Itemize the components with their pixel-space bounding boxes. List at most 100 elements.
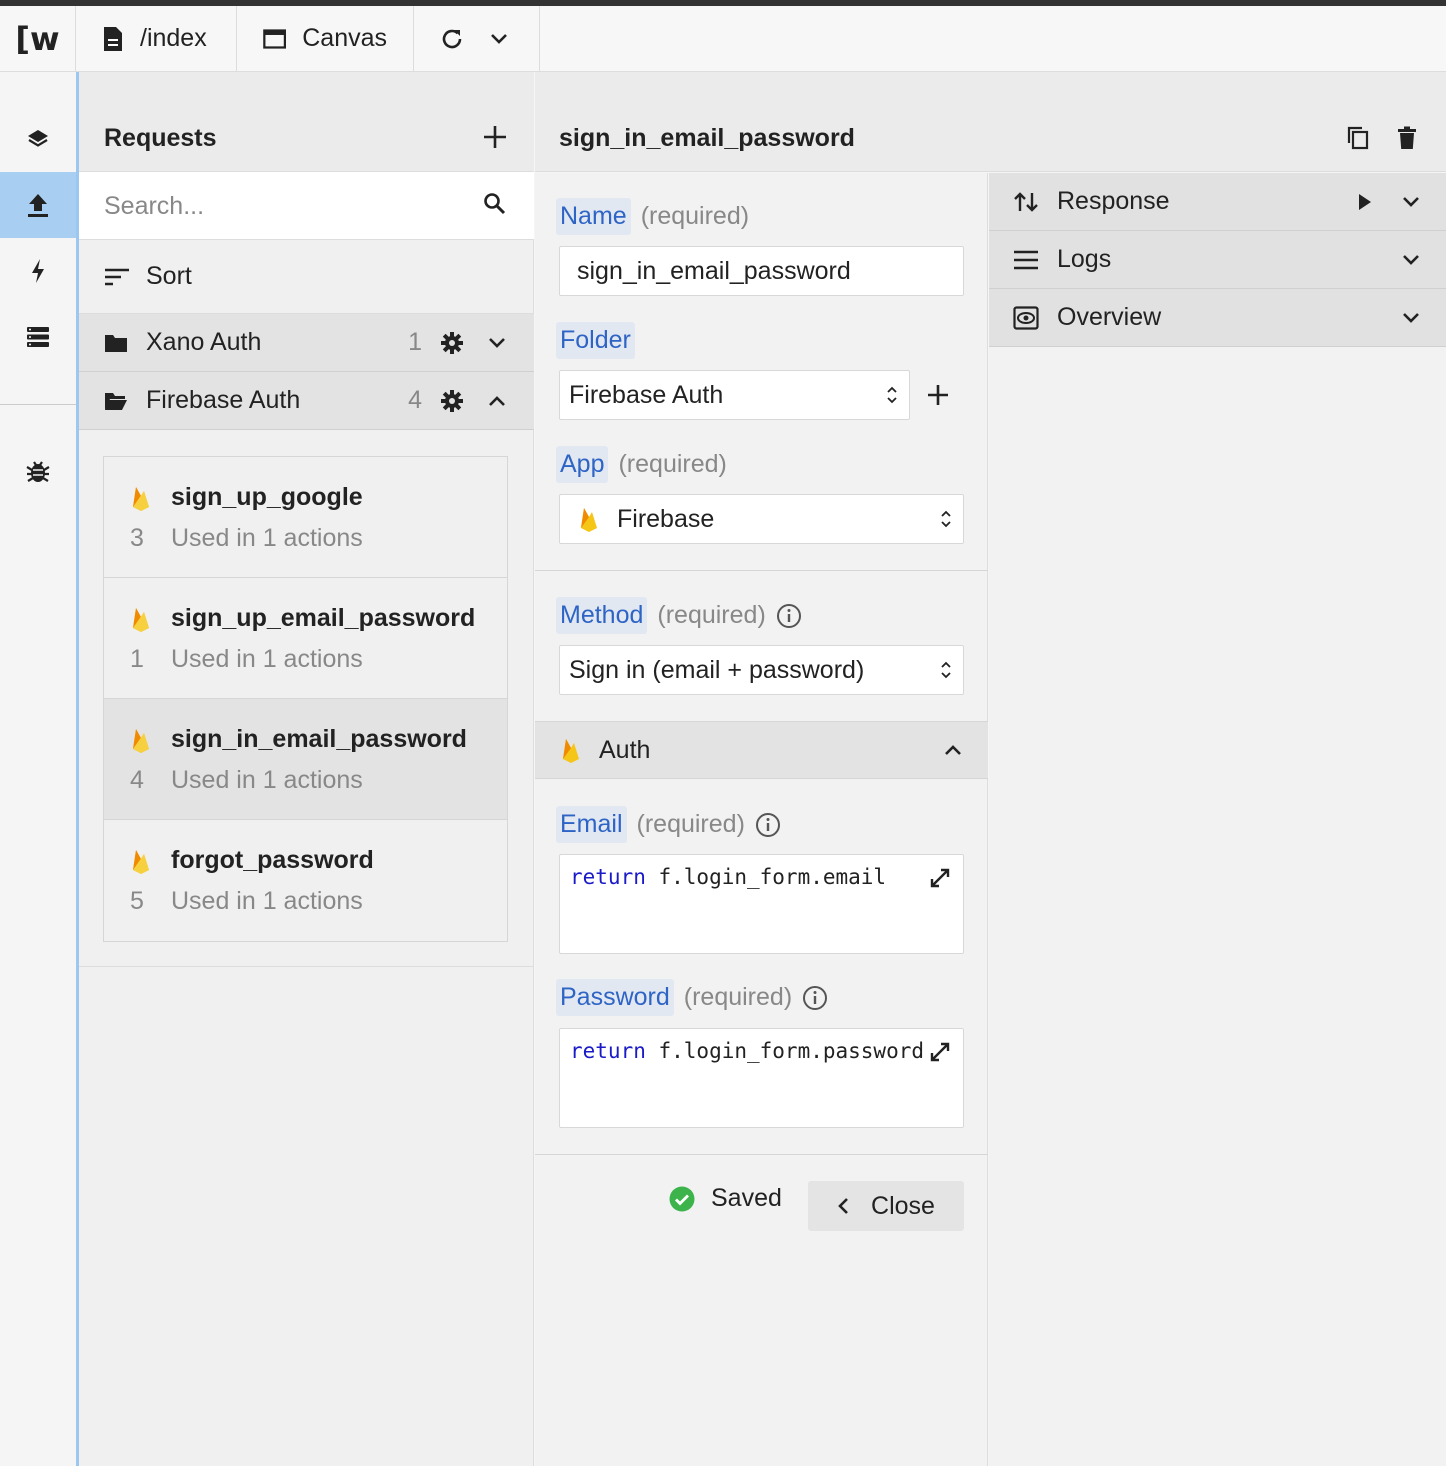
expand-icon[interactable] xyxy=(929,867,951,889)
swap-vertical-icon xyxy=(1014,191,1038,212)
page-path: /index xyxy=(140,24,207,52)
folder-select[interactable]: Firebase Auth xyxy=(559,370,910,420)
trash-icon[interactable] xyxy=(1397,126,1417,150)
refresh-menu[interactable] xyxy=(414,6,540,71)
rail-debug-button[interactable] xyxy=(0,438,76,504)
request-name: sign_up_email_password xyxy=(171,604,476,632)
folder-select-value: Firebase Auth xyxy=(569,380,724,409)
chevron-up-icon xyxy=(945,745,961,755)
overview-panel-header[interactable]: Overview xyxy=(989,289,1446,347)
rail-actions-button[interactable] xyxy=(0,238,76,304)
close-label: Close xyxy=(871,1191,935,1220)
menu-lines-icon xyxy=(1014,250,1038,269)
app-logo[interactable]: [w xyxy=(0,6,76,71)
response-panel-header[interactable]: Response xyxy=(989,173,1446,231)
request-item[interactable]: sign_up_google 3 Used in 1 actions xyxy=(104,457,507,578)
sort-label: Sort xyxy=(146,262,192,290)
section-divider xyxy=(535,570,988,571)
file-icon xyxy=(104,26,122,51)
rail-layers-button[interactable] xyxy=(0,106,76,172)
folder-row[interactable]: Xano Auth 1 xyxy=(79,314,534,372)
chevron-left-icon xyxy=(838,1198,848,1214)
code-expression: f.login_form.email xyxy=(645,865,887,889)
chevron-up-icon xyxy=(489,395,505,406)
name-label-row: Name (required) xyxy=(556,198,749,235)
code-keyword: return xyxy=(570,1039,646,1063)
search-box xyxy=(79,172,534,240)
password-code-editor[interactable]: return f.login_form.password xyxy=(559,1028,964,1128)
folder-icon xyxy=(105,334,127,352)
database-icon xyxy=(27,327,49,347)
updown-icon xyxy=(941,661,951,679)
request-number: 1 xyxy=(130,645,144,673)
folder-count: 4 xyxy=(408,386,422,414)
run-request-button[interactable] xyxy=(1358,193,1372,211)
refresh-icon[interactable] xyxy=(440,27,464,51)
add-request-icon[interactable] xyxy=(482,124,508,150)
firebase-icon xyxy=(581,508,597,532)
firebase-icon xyxy=(133,729,149,753)
method-select[interactable]: Sign in (email + password) xyxy=(559,645,964,695)
request-usage: Used in 1 actions xyxy=(171,524,363,552)
request-form: Name (required) sign_in_email_password F… xyxy=(535,173,988,1466)
request-number: 3 xyxy=(130,524,144,552)
rail-requests-button[interactable] xyxy=(0,172,76,238)
request-item[interactable]: forgot_password 5 Used in 1 actions xyxy=(104,820,507,941)
auth-collapse-toggle[interactable] xyxy=(944,744,962,756)
rail-data-button[interactable] xyxy=(0,304,76,370)
expand-icon[interactable] xyxy=(929,1041,951,1063)
saved-label: Saved xyxy=(711,1184,782,1212)
page-selector[interactable]: /index xyxy=(76,6,237,71)
firebase-icon xyxy=(133,850,149,874)
sort-button[interactable]: Sort xyxy=(79,240,534,314)
request-list: sign_up_google 3 Used in 1 actions sign_… xyxy=(103,456,508,942)
info-icon[interactable] xyxy=(755,812,781,838)
overview-expand-toggle[interactable] xyxy=(1402,312,1420,324)
method-label: Method xyxy=(556,597,648,634)
response-label: Response xyxy=(1057,187,1170,215)
password-label: Password xyxy=(556,979,674,1016)
folder-settings-button[interactable] xyxy=(440,331,464,355)
folder-settings-button[interactable] xyxy=(440,389,464,413)
canvas-button[interactable]: Canvas xyxy=(237,6,414,71)
auth-section-header[interactable]: Auth xyxy=(535,721,988,779)
list-bottom-divider xyxy=(79,966,534,967)
response-expand-toggle[interactable] xyxy=(1402,196,1420,208)
app-select[interactable]: Firebase xyxy=(559,494,964,544)
logs-panel-header[interactable]: Logs xyxy=(989,231,1446,289)
add-folder-icon[interactable] xyxy=(927,384,949,406)
folder-row[interactable]: Firebase Auth 4 xyxy=(79,372,534,430)
bolt-icon xyxy=(32,259,44,283)
logs-expand-toggle[interactable] xyxy=(1402,254,1420,266)
logs-label: Logs xyxy=(1057,245,1112,273)
request-number: 4 xyxy=(130,766,144,794)
request-number: 5 xyxy=(130,887,144,915)
name-label: Name xyxy=(556,198,631,235)
folder-expand-toggle[interactable] xyxy=(488,337,506,349)
search-input[interactable] xyxy=(104,189,464,223)
close-button[interactable]: Close xyxy=(808,1181,964,1231)
play-icon xyxy=(1359,193,1371,210)
name-field[interactable]: sign_in_email_password xyxy=(559,246,964,296)
canvas-label: Canvas xyxy=(302,24,387,52)
request-item[interactable]: sign_up_email_password 1 Used in 1 actio… xyxy=(104,578,507,699)
upload-icon xyxy=(28,194,48,217)
request-name: sign_in_email_password xyxy=(171,725,467,753)
search-icon[interactable] xyxy=(483,192,507,216)
email-code-editor[interactable]: return f.login_form.email xyxy=(559,854,964,954)
info-icon[interactable] xyxy=(802,985,828,1011)
chevron-down-icon[interactable] xyxy=(490,33,508,45)
folder-collapse-toggle[interactable] xyxy=(488,395,506,407)
copy-icon[interactable] xyxy=(1347,126,1369,150)
app-label-row: App (required) xyxy=(556,446,727,483)
required-hint: (required) xyxy=(618,450,727,478)
request-item-selected[interactable]: sign_in_email_password 4 Used in 1 actio… xyxy=(104,699,507,820)
method-label-row: Method (required) xyxy=(556,597,802,634)
required-hint: (required) xyxy=(683,983,793,1011)
code-keyword: return xyxy=(570,865,646,889)
chevron-down-icon xyxy=(1403,196,1419,207)
app-label: App xyxy=(556,446,609,483)
info-icon[interactable] xyxy=(776,603,802,629)
required-hint: (required) xyxy=(657,601,766,629)
app-select-value: Firebase xyxy=(617,504,715,533)
